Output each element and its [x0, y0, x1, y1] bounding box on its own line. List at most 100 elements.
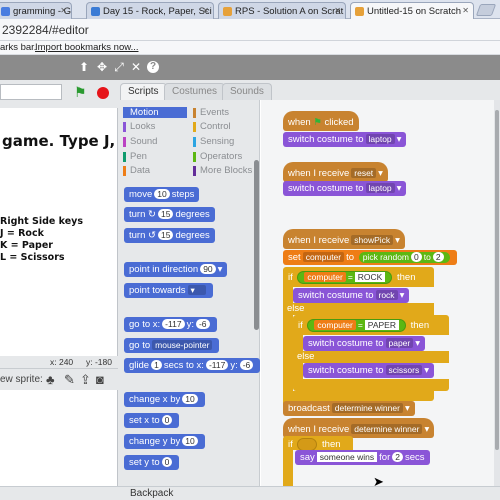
y-input[interactable]: -6: [239, 360, 254, 370]
backpack-label[interactable]: Backpack: [130, 488, 173, 499]
close-icon[interactable]: ✕: [60, 6, 67, 15]
script-scrollbar[interactable]: [494, 100, 500, 486]
x-input[interactable]: 10: [182, 394, 198, 404]
tab-costumes[interactable]: Costumes: [164, 83, 226, 100]
costume-dropdown[interactable]: rock: [375, 290, 398, 300]
category-pen[interactable]: Pen: [123, 151, 187, 162]
when-i-receive-reset-hat[interactable]: when I receive reset ▾: [283, 162, 388, 182]
chevron-down-icon[interactable]: ▾: [424, 365, 429, 376]
point-towards-block[interactable]: point towards ▾: [124, 283, 213, 298]
when-i-receive-showpick-hat[interactable]: when I receive showPick ▾: [283, 229, 405, 249]
browser-tab-rps-solution[interactable]: RPS - Solution A on Scrat ✕: [218, 2, 346, 19]
secs-input[interactable]: 1: [151, 360, 162, 370]
message-dropdown[interactable]: determine winner: [351, 424, 423, 434]
message-input[interactable]: someone wins: [316, 452, 378, 462]
y-input[interactable]: 10: [182, 436, 198, 446]
target-dropdown[interactable]: mouse-pointer: [152, 340, 213, 350]
move-arrows-icon[interactable]: ✥: [96, 61, 108, 73]
chevron-down-icon[interactable]: ▾: [395, 235, 400, 246]
browser-tab-day15[interactable]: Day 15 - Rock, Paper, Sci ✕: [86, 2, 214, 19]
say-for-secs-block[interactable]: say someone wins for 2 secs: [295, 450, 430, 465]
min-input[interactable]: 0: [411, 252, 422, 262]
stage[interactable]: game. Type J, K or Right Side keys J = R…: [0, 108, 155, 356]
shrink-icon[interactable]: ✕: [130, 61, 142, 73]
switch-costume-block[interactable]: switch costume to laptop ▾: [283, 181, 407, 196]
project-title-input[interactable]: [0, 84, 62, 100]
palette-scrollbar[interactable]: [254, 160, 259, 330]
chevron-down-icon[interactable]: ▾: [397, 134, 402, 145]
switch-costume-block[interactable]: switch costume to scissors ▾: [303, 363, 434, 378]
address-url[interactable]: 2392284/#editor: [2, 23, 89, 37]
tab-scripts[interactable]: Scripts: [120, 83, 167, 100]
set-variable-block[interactable]: set computer to pick random 0 to 2: [283, 250, 457, 265]
chevron-down-icon[interactable]: ▾: [397, 183, 402, 194]
equals-operator-block[interactable]: computer = PAPER: [307, 319, 406, 332]
set-x-block[interactable]: set x to 0: [124, 413, 180, 428]
tab-sounds[interactable]: Sounds: [222, 83, 272, 100]
x-input[interactable]: -117: [162, 319, 185, 329]
category-more-blocks[interactable]: More Blocks: [193, 165, 257, 176]
message-dropdown[interactable]: determine winner: [331, 403, 403, 413]
paint-brush-icon[interactable]: ✎: [64, 372, 75, 388]
go-to-xy-block[interactable]: go to x: -117 y: -6: [124, 317, 217, 332]
equals-operator-block[interactable]: computer = ROCK: [297, 271, 393, 284]
turn-left-block[interactable]: turn ↺ 15 degrees: [124, 228, 215, 243]
towards-dropdown[interactable]: ▾: [187, 285, 206, 295]
variable-dropdown[interactable]: computer: [302, 252, 345, 262]
upload-icon[interactable]: ⇪: [80, 372, 91, 388]
category-sensing[interactable]: Sensing: [193, 136, 257, 147]
category-control[interactable]: Control: [193, 121, 257, 132]
broadcast-block[interactable]: broadcast determine winner ▾: [283, 401, 415, 416]
import-bookmarks-link[interactable]: Import bookmarks now...: [35, 42, 138, 53]
grow-icon[interactable]: ⤢: [113, 61, 125, 73]
costume-dropdown[interactable]: laptop: [365, 183, 395, 193]
secs-input[interactable]: 2: [392, 452, 403, 462]
address-bar[interactable]: 2392284/#editor: [0, 19, 500, 41]
category-events[interactable]: Events: [193, 107, 257, 118]
degrees-input[interactable]: 15: [157, 209, 174, 219]
close-icon[interactable]: ✕: [462, 6, 469, 15]
go-to-block[interactable]: go to mouse-pointer: [124, 338, 220, 353]
scrollbar-thumb[interactable]: [495, 110, 499, 450]
switch-costume-block[interactable]: switch costume to paper ▾: [303, 336, 426, 351]
message-dropdown[interactable]: showPick: [351, 235, 394, 245]
move-steps-block[interactable]: move 10 steps: [124, 187, 200, 202]
category-data[interactable]: Data: [123, 165, 187, 176]
x-input[interactable]: -117: [205, 360, 229, 370]
browser-tab-untitled15[interactable]: Untitled-15 on Scratch ✕: [350, 2, 474, 20]
category-sound[interactable]: Sound: [123, 136, 187, 147]
chevron-down-icon[interactable]: ▾: [415, 338, 420, 349]
y-input[interactable]: 0: [161, 457, 173, 467]
when-i-receive-determine-winner-hat[interactable]: when I receive determine winner ▾: [283, 418, 435, 438]
switch-costume-block[interactable]: switch costume to rock ▾: [293, 288, 410, 303]
value-input[interactable]: ROCK: [354, 272, 386, 282]
browser-tab-google[interactable]: gramming - Goo ✕: [0, 2, 72, 19]
variable-reporter[interactable]: computer: [304, 272, 346, 282]
category-operators[interactable]: Operators: [193, 151, 257, 162]
backpack-bar[interactable]: Backpack: [0, 486, 500, 500]
help-icon[interactable]: ?: [147, 61, 159, 73]
pick-random-block[interactable]: pick random 0 to 2: [358, 252, 450, 263]
category-motion[interactable]: Motion: [123, 107, 187, 118]
value-input[interactable]: PAPER: [364, 320, 399, 330]
chevron-down-icon[interactable]: ▾: [405, 403, 410, 414]
costume-dropdown[interactable]: laptop: [365, 134, 395, 144]
degrees-input[interactable]: 15: [157, 230, 174, 240]
close-icon[interactable]: ✕: [334, 6, 341, 15]
point-in-direction-block[interactable]: point in direction 90 ▾: [124, 262, 228, 277]
set-y-block[interactable]: set y to 0: [124, 455, 180, 470]
y-input[interactable]: -6: [195, 319, 210, 329]
chevron-down-icon[interactable]: ▾: [400, 290, 405, 301]
costume-dropdown[interactable]: paper: [385, 338, 414, 348]
chevron-down-icon[interactable]: ▾: [424, 424, 429, 435]
variable-reporter[interactable]: computer: [314, 320, 356, 330]
chevron-down-icon[interactable]: ▾: [378, 168, 383, 179]
glide-block[interactable]: glide 1 secs to x: -117 y: -6: [124, 358, 261, 373]
chevron-down-icon[interactable]: ▾: [218, 264, 223, 275]
direction-input[interactable]: 90: [200, 264, 216, 274]
costume-dropdown[interactable]: scissors: [385, 365, 423, 375]
green-flag-icon[interactable]: ⚑: [74, 85, 87, 99]
turn-right-block[interactable]: turn ↻ 15 degrees: [124, 207, 215, 222]
change-x-block[interactable]: change x by 10: [124, 392, 205, 407]
x-input[interactable]: 0: [161, 415, 173, 425]
